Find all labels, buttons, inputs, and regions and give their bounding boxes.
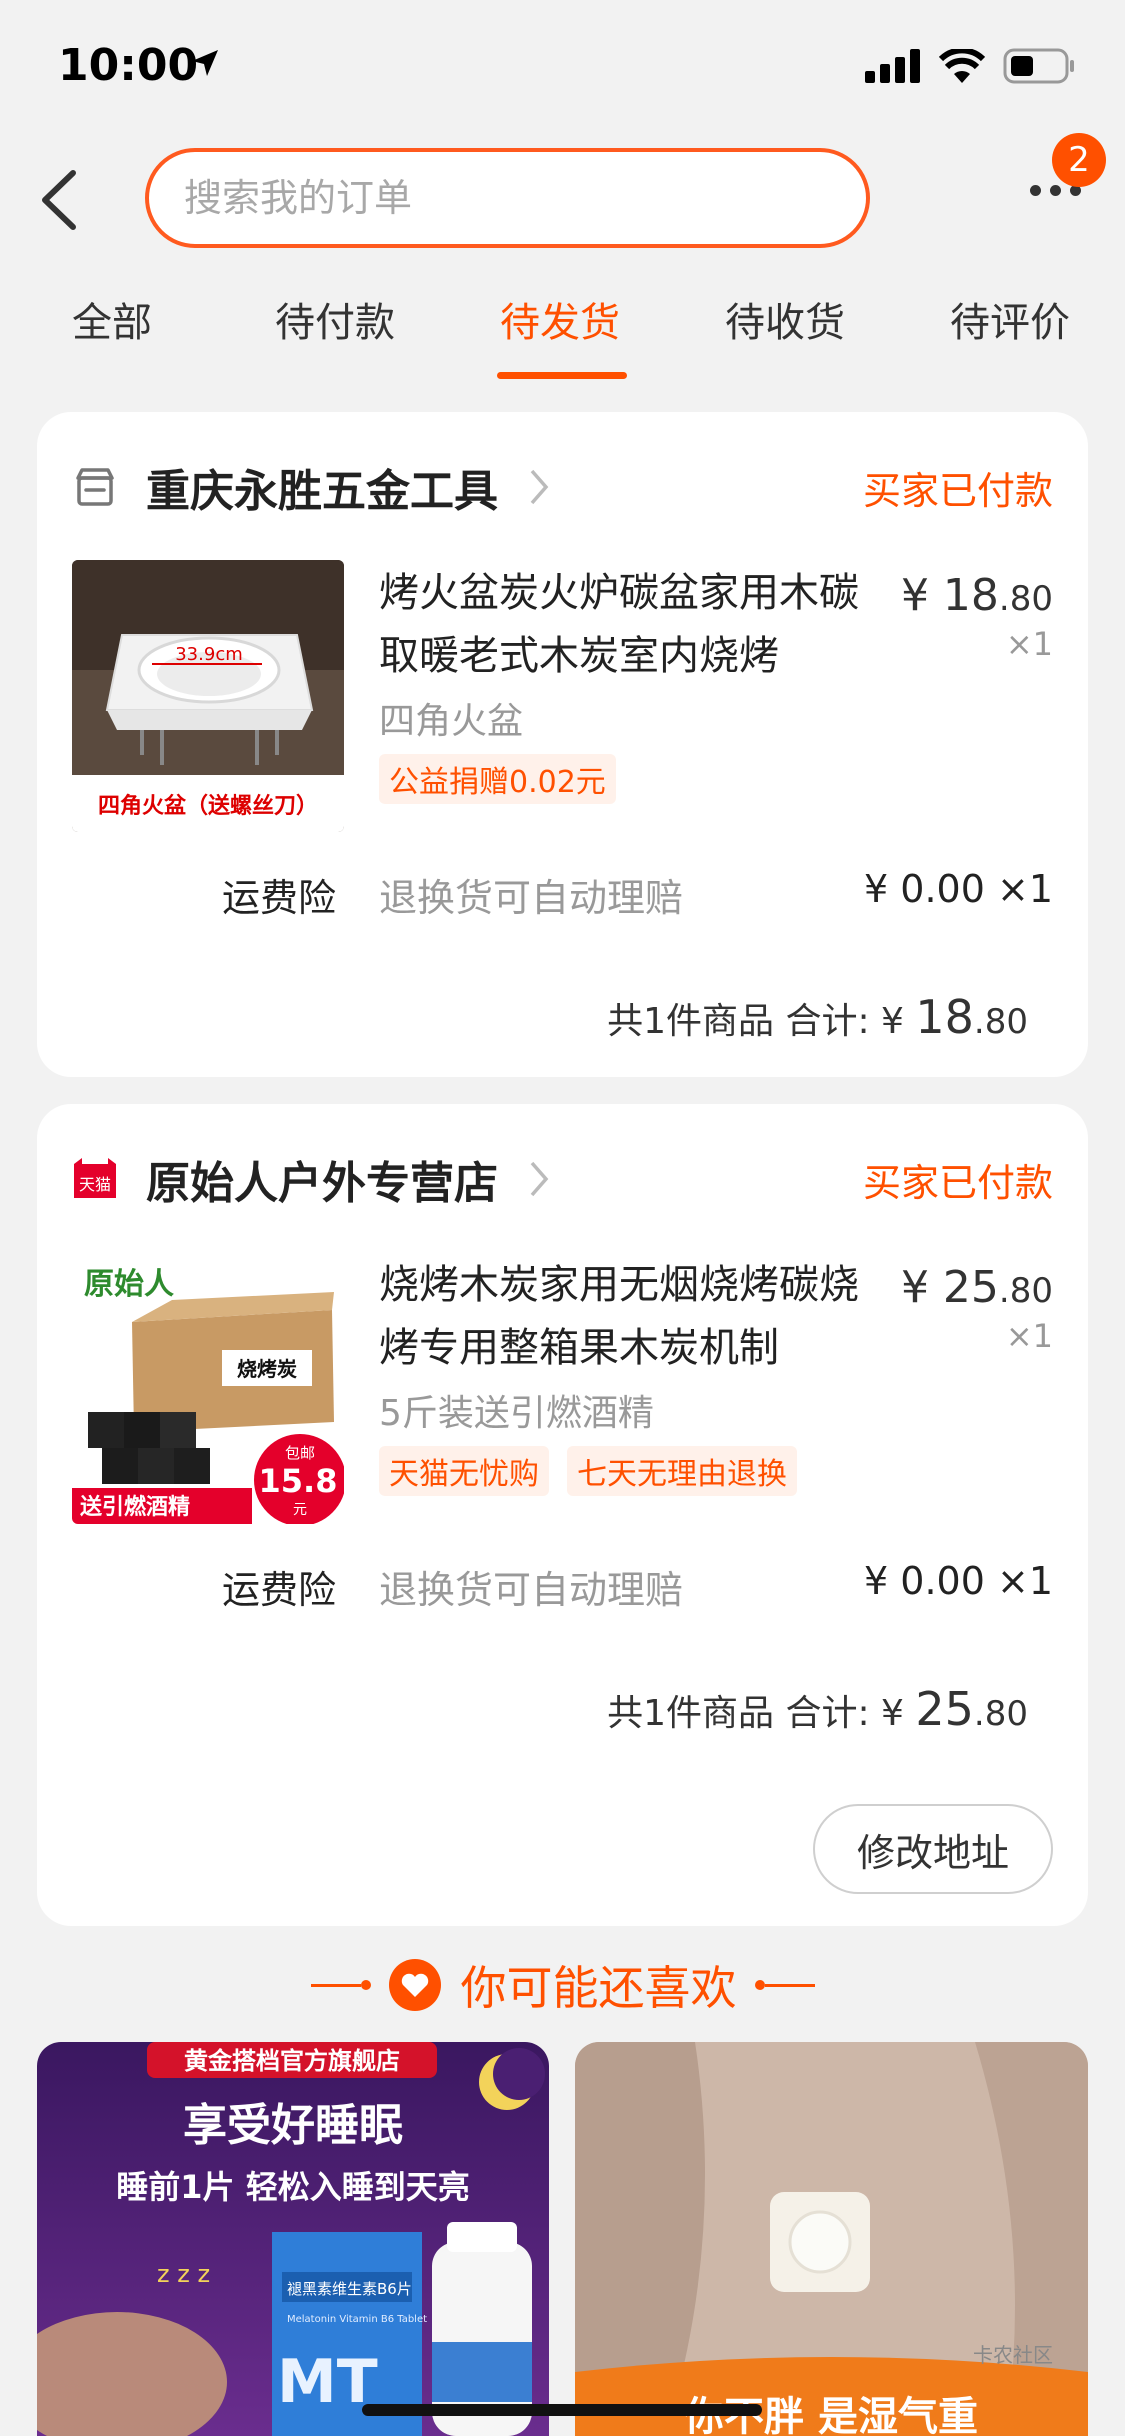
order-list-screen: 10:00 2 — [0, 0, 1125, 2436]
rec-headline: 享受好睡眠 — [183, 2100, 403, 2151]
shop-name[interactable]: 重庆永胜五金工具 — [146, 455, 498, 519]
status-time: 10:00 — [58, 40, 199, 91]
notification-badge: 2 — [1052, 133, 1106, 187]
tab-pending-shipment[interactable]: 待发货 — [500, 290, 620, 348]
rec-product-name: 褪黑素维生素B6片 — [287, 2280, 412, 2298]
status-indicators — [865, 48, 1075, 84]
product-title[interactable]: 烤火盆炭火炉碳盆家用木碳取暖老式木炭室内烧烤 — [379, 562, 869, 688]
search-input[interactable] — [184, 176, 866, 220]
product-sku: 5斤装送引燃酒精 — [379, 1393, 654, 1434]
product-quantity: ×1 — [1005, 1317, 1053, 1355]
recommend-heading-text: 你可能还喜欢 — [460, 1961, 737, 2015]
active-tab-indicator — [497, 372, 627, 379]
cellular-signal-icon — [865, 49, 920, 83]
product-quantity: ×1 — [1005, 625, 1053, 663]
chevron-right-icon — [530, 1161, 549, 1197]
product-price-block: ¥ 18.80 ×1 — [901, 570, 1053, 663]
shop-header[interactable]: 天猫 原始人户外专营店 买家已付款 — [72, 1144, 1053, 1214]
heading-line-right — [764, 1983, 815, 1987]
heading-dot-right — [754, 1980, 765, 1990]
product-image-promo: 送引燃酒精 — [80, 1494, 190, 1520]
product-price: ¥ 25.80 — [900, 1262, 1053, 1313]
wifi-icon — [939, 49, 985, 83]
store-icon — [76, 468, 114, 506]
home-indicator[interactable] — [362, 2404, 762, 2416]
status-bar: 10:00 — [0, 0, 1125, 130]
product-image-price: 15.8 — [259, 1462, 338, 1500]
product-tags: 公益捐赠0.02元 — [379, 754, 616, 804]
tmall-badge-text: 天猫 — [79, 1175, 111, 1194]
heart-icon — [388, 1959, 441, 2011]
tab-pending-payment[interactable]: 待付款 — [275, 290, 395, 348]
product-title[interactable]: 烧烤木炭家用无烟烧烤碳烧烤专用整箱果木炭机制 — [379, 1254, 869, 1380]
heading-line-left — [310, 1983, 361, 1987]
product-image-ship: 包邮 — [285, 1444, 315, 1462]
order-total: 共1件商品 合计: ¥ 25.80 — [607, 1682, 1028, 1736]
order-card[interactable]: 天猫 原始人户外专营店 买家已付款 原始人 烧烤炭 送引燃酒精 包邮 15.8 … — [37, 1104, 1088, 1926]
heading-dot-left — [360, 1980, 371, 1990]
location-arrow-icon — [192, 50, 218, 76]
recommended-product-card[interactable]: 黄金搭档官方旗舰店 享受好睡眠 睡前1片 轻松入睡到天亮 z z z 褪黑素维生… — [37, 2042, 549, 2436]
product-image[interactable]: 33.9cm 四角火盆（送螺丝刀） — [72, 560, 344, 832]
rec-subline: 睡前1片 轻松入睡到天亮 — [116, 2168, 469, 2206]
product-tags: 天猫无忧购 七天无理由退换 — [379, 1446, 797, 1496]
shop-header[interactable]: 重庆永胜五金工具 买家已付款 — [72, 452, 1053, 522]
product-image-brand: 原始人 — [84, 1267, 174, 1302]
more-menu-icon[interactable] — [1030, 185, 1081, 196]
order-card[interactable]: 重庆永胜五金工具 买家已付款 33.9cm 四角火盆（送螺丝刀） 烤火盆炭火炉碳 — [37, 412, 1088, 1077]
shipping-insurance-label: 运费险 — [222, 1568, 337, 1612]
order-status: 买家已付款 — [862, 1160, 1053, 1205]
product-tag: 公益捐赠0.02元 — [379, 754, 616, 804]
modify-address-button[interactable]: 修改地址 — [813, 1804, 1053, 1894]
tab-all[interactable]: 全部 — [72, 290, 152, 348]
shop-name[interactable]: 原始人户外专营店 — [146, 1147, 498, 1211]
tab-pending-receipt[interactable]: 待收货 — [725, 290, 845, 348]
product-image-dimension: 33.9cm — [175, 644, 243, 665]
product-image-box-label: 烧烤炭 — [237, 1357, 297, 1381]
tmall-icon: 天猫 — [74, 1158, 116, 1198]
shipping-insurance-desc: 退换货可自动理赔 — [379, 876, 684, 920]
product-price: ¥ 18.80 — [900, 570, 1053, 621]
product-price-block: ¥ 25.80 ×1 — [901, 1262, 1053, 1355]
shipping-insurance-desc: 退换货可自动理赔 — [379, 1568, 684, 1612]
rec-store-name: 黄金搭档官方旗舰店 — [184, 2047, 400, 2075]
recommended-product-card[interactable]: 你不胖 是湿气重 卡农社区 — [575, 2042, 1088, 2436]
shipping-insurance-label: 运费险 — [222, 876, 337, 920]
product-tag: 天猫无忧购 — [379, 1446, 549, 1496]
order-status: 买家已付款 — [862, 468, 1053, 513]
order-search-box[interactable] — [145, 148, 870, 248]
watermark-text: 卡农社区 — [973, 2343, 1053, 2367]
chevron-right-icon — [530, 469, 549, 505]
back-chevron-icon[interactable] — [35, 165, 85, 235]
shipping-insurance-price: ¥ 0.00 ×1 — [864, 1559, 1053, 1603]
shipping-insurance-price: ¥ 0.00 ×1 — [864, 867, 1053, 911]
recommend-heading: 你可能还喜欢 — [0, 1950, 1125, 2020]
tab-pending-review[interactable]: 待评价 — [950, 290, 1070, 348]
product-sku: 四角火盆 — [379, 701, 524, 742]
battery-icon — [1003, 48, 1074, 84]
product-image-caption: 四角火盆（送螺丝刀） — [98, 793, 318, 819]
rec-product-name-en: Melatonin Vitamin B6 Tablet — [287, 2314, 427, 2325]
rec-zz: z z z — [157, 2260, 210, 2288]
product-image-unit: 元 — [293, 1502, 307, 1518]
order-total: 共1件商品 合计: ¥ 18.80 — [607, 990, 1028, 1044]
product-image[interactable]: 原始人 烧烤炭 送引燃酒精 包邮 15.8 元 — [72, 1252, 344, 1524]
product-tag: 七天无理由退换 — [567, 1446, 797, 1496]
